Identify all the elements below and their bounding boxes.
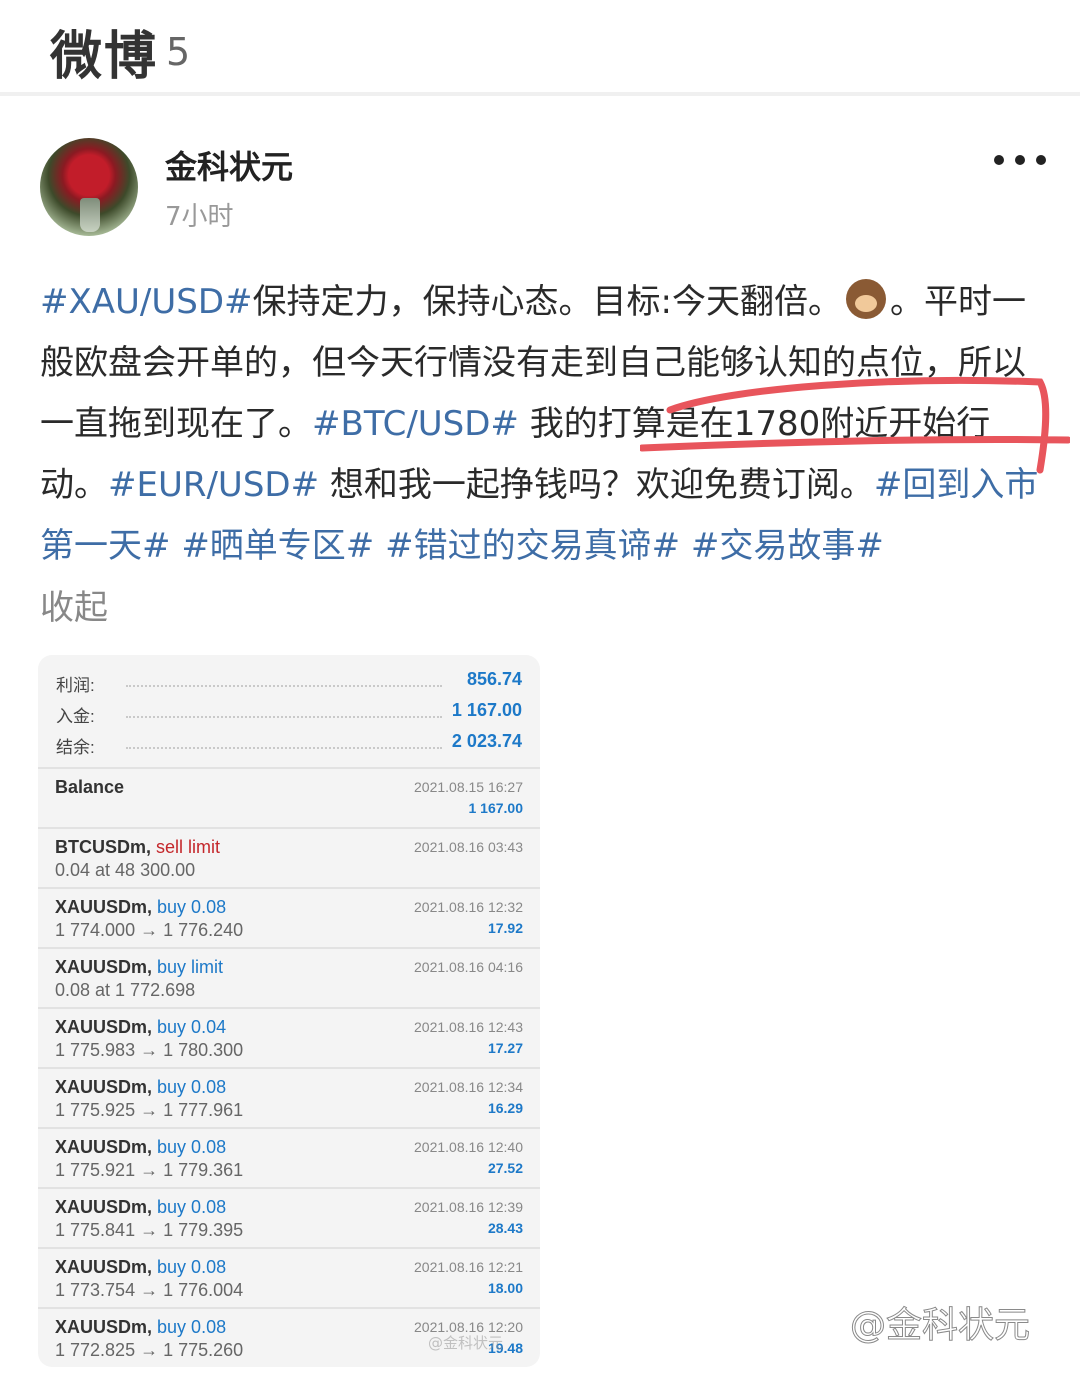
post-time: 7小时 bbox=[165, 202, 234, 232]
dotted-leader bbox=[126, 685, 442, 687]
symbol-name: XAUUSDm, bbox=[55, 1257, 153, 1277]
symbol-name: XAUUSDm, bbox=[55, 897, 153, 917]
account-summary: 利润: 856.74 入金: 1 167.00 结余: 2 023.74 bbox=[38, 655, 540, 767]
trade-row[interactable]: XAUUSDm, buy limit 0.08 at 1 772.698 2021.… bbox=[38, 947, 540, 1009]
trade-datetime: 2021.08.16 12:39 bbox=[414, 1199, 523, 1215]
symbol-name: XAUUSDm, bbox=[55, 1017, 153, 1037]
trade-symbol: XAUUSDm, buy 0.08 bbox=[55, 1197, 226, 1218]
dotted-leader bbox=[126, 747, 442, 749]
trade-action: sell limit bbox=[156, 837, 221, 857]
trade-detail: 1 775.983 → 1 780.300 bbox=[55, 1040, 244, 1060]
hashtag-link[interactable]: #晒单专区# bbox=[181, 526, 374, 566]
trade-action: buy 0.08 bbox=[157, 1077, 227, 1097]
trade-profit: 28.43 bbox=[487, 1220, 523, 1236]
trade-action: buy 0.08 bbox=[157, 1257, 227, 1277]
post-text-segment bbox=[171, 526, 182, 566]
symbol-name: XAUUSDm, bbox=[55, 1197, 153, 1217]
symbol-name: BTCUSDm, bbox=[55, 837, 152, 857]
trade-datetime: 2021.08.16 03:43 bbox=[414, 839, 523, 855]
summary-row: 利润: 856.74 bbox=[56, 665, 522, 695]
summary-label: 利润: bbox=[56, 676, 95, 695]
trade-detail: 1 775.921 → 1 779.361 bbox=[55, 1160, 244, 1180]
trade-action: buy 0.08 bbox=[157, 1137, 227, 1157]
page-watermark: @金科状元 bbox=[849, 1305, 1031, 1347]
trade-detail: 1 773.754 → 1 776.004 bbox=[55, 1280, 244, 1300]
summary-value: 856.74 bbox=[466, 669, 522, 689]
trade-action: buy 0.04 bbox=[157, 1017, 227, 1037]
avatar[interactable] bbox=[40, 138, 138, 236]
trade-profit: 27.52 bbox=[487, 1160, 523, 1176]
trade-detail: 1 774.000 → 1 776.240 bbox=[55, 920, 244, 940]
trade-datetime: 2021.08.16 12:21 bbox=[414, 1259, 523, 1275]
trade-datetime: 2021.08.16 12:34 bbox=[414, 1079, 523, 1095]
hashtag-link[interactable]: #XAU/USD# bbox=[40, 282, 253, 322]
hashtag-link[interactable]: #错过的交易真谛# bbox=[385, 526, 680, 566]
trade-row[interactable]: Balance 2021.08.15 16:27 1 167.00 bbox=[38, 767, 540, 829]
trade-symbol: BTCUSDm, sell limit bbox=[55, 837, 220, 858]
trade-symbol: XAUUSDm, buy 0.08 bbox=[55, 1257, 226, 1278]
post-text-segment bbox=[680, 526, 691, 566]
trade-action: buy 0.08 bbox=[157, 897, 227, 917]
app-title[interactable]: 微博 bbox=[50, 14, 158, 89]
summary-value: 2 023.74 bbox=[451, 731, 522, 751]
card-watermark: @金科状元 bbox=[428, 1334, 504, 1352]
app-header: 微博 5 bbox=[0, 0, 1080, 96]
trade-row[interactable]: XAUUSDm, buy 0.08 1 775.925 → 1 777.961 20… bbox=[38, 1067, 540, 1129]
post-text-segment: 保持定力，保持心态。目标:今天翻倍。 bbox=[252, 282, 842, 322]
trade-symbol: XAUUSDm, buy 0.08 bbox=[55, 1077, 226, 1098]
trade-datetime: 2021.08.16 04:16 bbox=[414, 959, 523, 975]
see-no-evil-monkey-icon bbox=[846, 279, 886, 319]
trade-action: buy 0.08 bbox=[157, 1317, 227, 1337]
more-options-icon[interactable] bbox=[990, 140, 1050, 180]
summary-label: 结余: bbox=[56, 738, 95, 757]
trade-profit: 17.92 bbox=[487, 920, 523, 936]
trade-profit: 1 167.00 bbox=[468, 800, 524, 816]
trade-row[interactable]: XAUUSDm, buy 0.08 1 773.754 → 1 776.004 20… bbox=[38, 1247, 540, 1309]
trade-row[interactable]: XAUUSDm, buy 0.08 1 774.000 → 1 776.240 20… bbox=[38, 887, 540, 949]
post-text-segment bbox=[374, 526, 385, 566]
trade-symbol: Balance bbox=[55, 777, 124, 798]
trade-symbol: XAUUSDm, buy 0.04 bbox=[55, 1017, 226, 1038]
trade-detail: 0.08 at 1 772.698 bbox=[55, 980, 196, 1000]
trade-datetime: 2021.08.16 12:43 bbox=[414, 1019, 523, 1035]
summary-row: 入金: 1 167.00 bbox=[56, 696, 522, 726]
summary-row: 结余: 2 023.74 bbox=[56, 727, 522, 757]
trade-detail: 1 772.825 → 1 775.260 bbox=[55, 1340, 244, 1360]
hashtag-link[interactable]: #EUR/USD# bbox=[108, 465, 319, 505]
trade-profit: 18.00 bbox=[487, 1280, 523, 1296]
trade-profit: 16.29 bbox=[487, 1100, 523, 1116]
trade-profit: 17.27 bbox=[487, 1040, 523, 1056]
trade-row[interactable]: BTCUSDm, sell limit 0.04 at 48 300.00 2021… bbox=[38, 827, 540, 889]
trade-action: buy 0.08 bbox=[157, 1197, 227, 1217]
red-underline-annotation bbox=[640, 376, 1070, 474]
trade-row[interactable]: XAUUSDm, buy 0.08 1 775.921 → 1 779.361 20… bbox=[38, 1127, 540, 1189]
trade-datetime: 2021.08.16 12:32 bbox=[414, 899, 523, 915]
trade-row[interactable]: XAUUSDm, buy 0.08 1 775.841 → 1 779.395 20… bbox=[38, 1187, 540, 1249]
collapse-link[interactable]: 收起 bbox=[40, 580, 108, 629]
notification-count: 5 bbox=[166, 30, 191, 74]
trade-symbol: XAUUSDm, buy 0.08 bbox=[55, 1137, 226, 1158]
symbol-name: XAUUSDm, bbox=[55, 1317, 153, 1337]
trade-datetime: 2021.08.16 12:40 bbox=[414, 1139, 523, 1155]
dotted-leader bbox=[126, 716, 442, 718]
author-name[interactable]: 金科状元 bbox=[165, 142, 293, 188]
trade-symbol: XAUUSDm, buy 0.08 bbox=[55, 897, 226, 918]
symbol-name: XAUUSDm, bbox=[55, 957, 153, 977]
trade-row[interactable]: XAUUSDm, buy 0.04 1 775.983 → 1 780.300 20… bbox=[38, 1007, 540, 1069]
trade-action: buy limit bbox=[157, 957, 224, 977]
trade-detail: 1 775.841 → 1 779.395 bbox=[55, 1220, 244, 1240]
trade-symbol: XAUUSDm, buy limit bbox=[55, 957, 223, 978]
symbol-name: Balance bbox=[55, 777, 125, 797]
trade-statement-screenshot[interactable]: 利润: 856.74 入金: 1 167.00 结余: 2 023.74 Balance … bbox=[38, 655, 540, 1367]
trade-symbol: XAUUSDm, buy 0.08 bbox=[55, 1317, 226, 1338]
symbol-name: XAUUSDm, bbox=[55, 1137, 153, 1157]
symbol-name: XAUUSDm, bbox=[55, 1077, 153, 1097]
trade-detail: 0.04 at 48 300.00 bbox=[55, 860, 196, 880]
summary-value: 1 167.00 bbox=[451, 700, 522, 720]
hashtag-link[interactable]: #交易故事# bbox=[691, 526, 884, 566]
hashtag-link[interactable]: #BTC/USD# bbox=[312, 404, 519, 444]
trade-detail: 1 775.925 → 1 777.961 bbox=[55, 1100, 244, 1120]
trade-datetime: 2021.08.15 16:27 bbox=[414, 779, 523, 795]
summary-label: 入金: bbox=[56, 707, 95, 726]
